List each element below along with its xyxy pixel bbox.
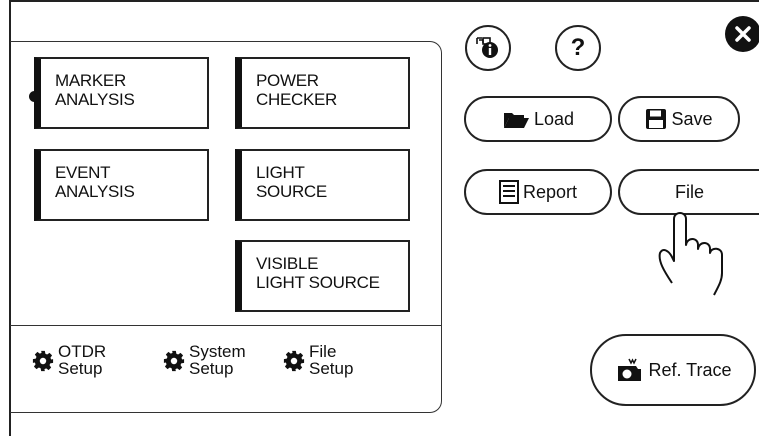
otdr-setup-button[interactable]: OTDR Setup	[32, 343, 106, 377]
ref-trace-label: Ref. Trace	[648, 359, 732, 380]
system-setup-label-1: System	[189, 342, 246, 361]
marker-analysis-label-2: ANALYSIS	[55, 90, 135, 109]
camera-icon	[618, 358, 642, 381]
file-setup-label-1: File	[309, 342, 337, 361]
close-button[interactable]	[725, 16, 759, 52]
light-source-button[interactable]: LIGHT SOURCE	[235, 149, 410, 221]
report-document-icon	[498, 180, 519, 204]
event-analysis-label-1: EVENT	[55, 163, 111, 182]
otdr-setup-label-1: OTDR	[58, 342, 107, 361]
folder-open-icon	[503, 113, 529, 128]
save-label: Save	[671, 108, 713, 129]
report-button[interactable]: Report	[464, 169, 612, 215]
file-label: File	[674, 181, 704, 202]
panel-divider	[10, 325, 441, 326]
pointer-hand-icon	[650, 205, 730, 305]
light-source-label-1: LIGHT	[256, 163, 305, 182]
selection-dot	[29, 91, 40, 102]
gear-icon	[163, 350, 185, 372]
marker-analysis-label-1: MARKER	[55, 71, 126, 90]
marker-analysis-button[interactable]: MARKER ANALYSIS	[29, 57, 209, 129]
power-checker-button[interactable]: POWER CHECKER	[235, 57, 410, 129]
file-setup-label-2: Setup	[309, 359, 354, 378]
file-setup-button[interactable]: File Setup	[283, 343, 353, 377]
event-analysis-label-2: ANALYSIS	[55, 182, 135, 201]
load-button[interactable]: Load	[464, 96, 612, 142]
help-icon: ?	[570, 34, 586, 61]
visible-light-source-label-2: LIGHT SOURCE	[256, 273, 380, 292]
info-lock-button[interactable]	[465, 25, 511, 71]
close-icon	[735, 26, 751, 42]
gear-icon	[283, 350, 305, 372]
system-setup-button[interactable]: System Setup	[163, 343, 246, 377]
info-lock-icon	[476, 37, 498, 58]
load-label: Load	[533, 108, 575, 129]
visible-light-source-button[interactable]: VISIBLE LIGHT SOURCE	[235, 240, 410, 312]
report-label: Report	[522, 181, 578, 202]
visible-light-source-label-1: VISIBLE	[256, 254, 319, 273]
help-button[interactable]: ?	[555, 25, 601, 71]
power-checker-label-1: POWER	[256, 71, 319, 90]
power-checker-label-2: CHECKER	[256, 90, 338, 109]
light-source-label-2: SOURCE	[256, 182, 327, 201]
event-analysis-button[interactable]: EVENT ANALYSIS	[34, 149, 209, 221]
save-button[interactable]: Save	[618, 96, 740, 142]
floppy-disk-icon	[646, 109, 667, 129]
otdr-setup-label-2: Setup	[58, 359, 103, 378]
ref-trace-button[interactable]: Ref. Trace	[590, 334, 756, 406]
gear-icon	[32, 350, 54, 372]
system-setup-label-2: Setup	[189, 359, 234, 378]
